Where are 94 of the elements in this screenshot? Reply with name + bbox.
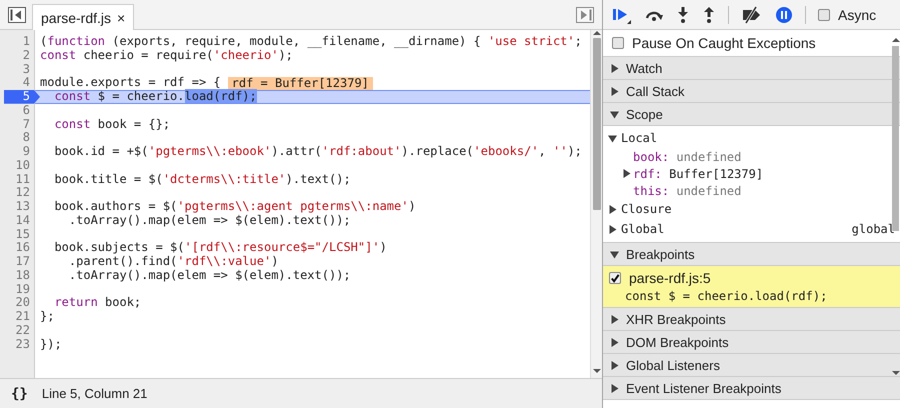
line-number[interactable]: 10	[16, 158, 30, 172]
pretty-print-button[interactable]: {}	[11, 386, 28, 402]
disclosure-triangle-icon[interactable]	[610, 86, 619, 96]
disclosure-triangle-icon[interactable]	[610, 64, 619, 72]
line-number[interactable]: 18	[16, 268, 30, 282]
line-number[interactable]: 19	[16, 282, 30, 296]
variable-entry: book: undefined	[633, 150, 742, 164]
code-line: .toArray().map(elem => $(elem).text());	[68, 214, 351, 228]
code-line: book.title = $('dcterms\\:title').text();	[53, 172, 351, 186]
line-number[interactable]: 16	[16, 241, 30, 255]
line-number[interactable]: 4	[22, 76, 30, 90]
section-title: Watch	[626, 60, 662, 76]
cursor-position: Line 5, Column 21	[42, 386, 148, 401]
code-line: });	[40, 338, 62, 352]
line-number[interactable]: 22	[16, 324, 30, 338]
scope-label[interactable]: Global	[621, 222, 664, 236]
disclosure-triangle-icon[interactable]	[610, 338, 619, 346]
line-number[interactable]: 17	[16, 255, 30, 269]
checkbox[interactable]	[818, 8, 830, 20]
line-number[interactable]: 15	[16, 228, 30, 242]
close-icon[interactable]: ×	[117, 10, 126, 26]
scope-value: global	[852, 222, 895, 236]
panel-toggle-icon[interactable]	[576, 6, 594, 22]
deactivate-breakpoints-icon[interactable]	[741, 6, 763, 24]
line-number[interactable]: 9	[22, 145, 30, 159]
line-number[interactable]: 20	[16, 296, 30, 310]
section-title: Global Listeners	[626, 358, 720, 372]
line-number[interactable]: 12	[16, 186, 30, 200]
breakpoint-location: parse-rdf.js:5	[629, 270, 711, 286]
code-line: return book;	[53, 296, 142, 310]
variable-entry: rdf: Buffer[12379]	[633, 166, 764, 180]
line-number[interactable]: 13	[16, 200, 30, 214]
inline-value: rdf = Buffer[12379]	[228, 76, 373, 90]
disclosure-triangle-icon[interactable]	[608, 134, 617, 142]
disclosure-triangle-icon[interactable]	[610, 110, 619, 118]
code-line: const book = {};	[53, 118, 170, 132]
section-header[interactable]: XHR Breakpoints	[603, 308, 900, 331]
scrollbar[interactable]	[590, 30, 602, 378]
breakpoint-code: const $ = cheerio.load(rdf);	[624, 289, 828, 303]
scope-label[interactable]: Closure	[621, 202, 672, 216]
line-number[interactable]: 2	[22, 48, 30, 62]
step-into-icon[interactable]	[676, 6, 690, 24]
disclosure-triangle-icon[interactable]	[622, 169, 631, 178]
section-header[interactable]: Global Listeners	[603, 354, 900, 377]
code-line: book.subjects = $('[rdf\\:resource$="/LCSH"]')	[53, 241, 387, 255]
line-number[interactable]: 8	[22, 131, 30, 145]
sidebar-toggle-icon[interactable]	[8, 6, 26, 22]
scroll-down-icon[interactable]	[592, 368, 600, 374]
section-header[interactable]: Breakpoints	[603, 243, 900, 266]
checkbox[interactable]	[612, 37, 624, 49]
async-label[interactable]: Async	[838, 6, 876, 22]
disclosure-triangle-icon[interactable]	[610, 360, 619, 370]
code-line: module.exports = rdf => {	[40, 76, 221, 90]
pause-on-caught-label[interactable]: Pause On Caught Exceptions	[632, 35, 816, 51]
code-line: };	[40, 310, 54, 324]
code-line: .toArray().map(elem => $(elem).text());	[68, 268, 351, 282]
disclosure-triangle-icon[interactable]	[608, 204, 617, 214]
disclosure-triangle-icon[interactable]	[610, 314, 619, 324]
section-title: Scope	[626, 106, 663, 122]
code-line: book.authors = $('pgterms\\:agent pgterms\\:name')	[53, 200, 416, 214]
section-header[interactable]: Watch	[603, 57, 900, 80]
file-tab[interactable]: parse-rdf.js ×	[32, 4, 134, 30]
section-title: DOM Breakpoints	[626, 334, 729, 350]
line-number[interactable]: 6	[22, 104, 30, 118]
disclosure-triangle-icon[interactable]	[610, 250, 619, 258]
section-title: Call Stack	[626, 84, 685, 98]
code-line: const $ = cheerio.load(rdf);	[53, 90, 257, 104]
line-number[interactable]: 3	[22, 62, 30, 76]
section-header[interactable]: DOM Breakpoints	[603, 331, 900, 354]
line-number[interactable]: 11	[16, 172, 30, 186]
section-header[interactable]: Call Stack	[603, 80, 900, 103]
disclosure-triangle-icon[interactable]	[610, 384, 619, 392]
code-line: const cheerio = require('cheerio');	[40, 48, 293, 62]
section-title: Event Listener Breakpoints	[626, 380, 782, 396]
line-number[interactable]: 1	[22, 35, 30, 49]
scope-label[interactable]: Local	[621, 131, 658, 145]
line-number[interactable]: 7	[22, 118, 30, 132]
line-number[interactable]: 23	[16, 338, 30, 352]
breakpoint-item[interactable]: parse-rdf.js:5 const $ = cheerio.load(rdf);	[603, 266, 900, 307]
pause-on-exceptions-icon[interactable]	[775, 6, 793, 24]
variable-entry: this: undefined	[633, 184, 742, 198]
code-line: (function (exports, require, module, __filename, __dirname) { 'use strict';	[40, 35, 582, 49]
scroll-up-icon[interactable]	[892, 37, 900, 43]
disclosure-triangle-icon[interactable]	[608, 224, 617, 234]
line-number[interactable]: 14	[16, 214, 30, 228]
code-line: .parent().find('rdf\\:value')	[68, 255, 278, 269]
section-header[interactable]: Event Listener Breakpoints	[603, 377, 900, 400]
section-title: XHR Breakpoints	[626, 312, 726, 326]
line-number[interactable]: 21	[16, 310, 30, 324]
section-title: Breakpoints	[626, 246, 695, 262]
step-out-icon[interactable]	[702, 6, 716, 24]
code-line: book.id = +$('pgterms\\:ebook').attr('rdf:about').replace('ebooks/', '');	[53, 145, 582, 159]
checkbox[interactable]	[609, 272, 621, 284]
section-header[interactable]: Scope	[603, 103, 900, 126]
